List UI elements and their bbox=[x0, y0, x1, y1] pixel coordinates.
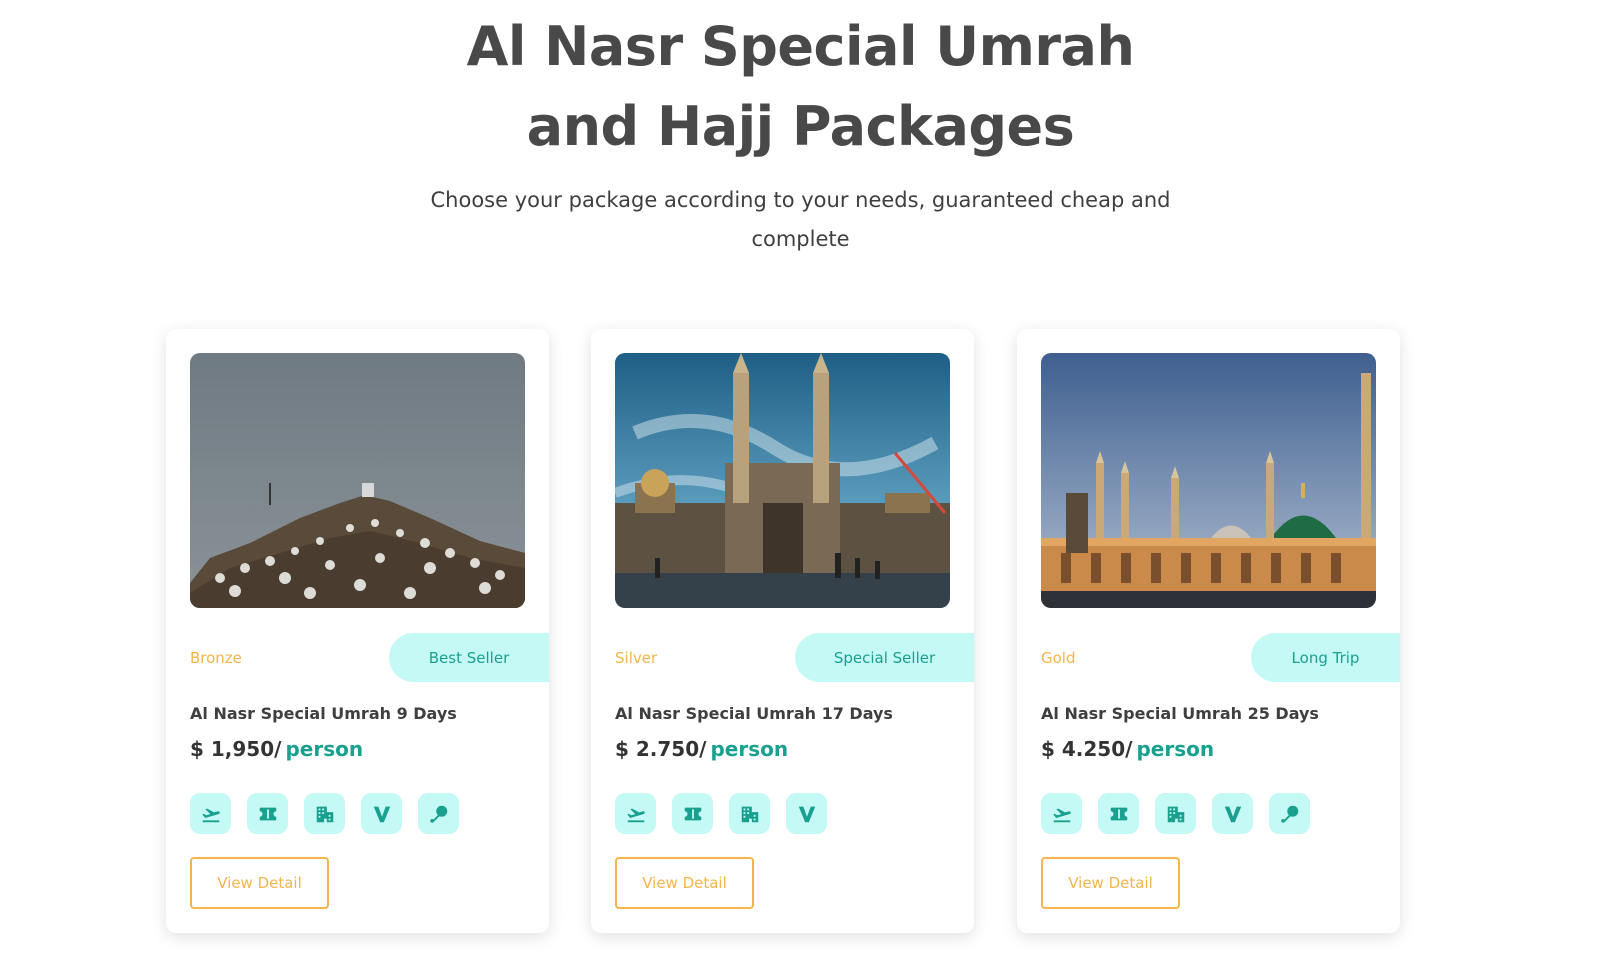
special-seller-badge: Special Seller bbox=[795, 633, 974, 682]
visa-icon bbox=[361, 793, 402, 834]
price-unit: person bbox=[1136, 737, 1215, 761]
masjid-al-haram-photo bbox=[615, 353, 950, 608]
package-title: Al Nasr Special Umrah 9 Days bbox=[190, 704, 457, 723]
price-amount: $ 4.250/ bbox=[1041, 737, 1133, 761]
ticket-icon bbox=[1098, 793, 1139, 834]
view-detail-button[interactable]: View Detail bbox=[1041, 857, 1180, 909]
hotel-icon bbox=[1155, 793, 1196, 834]
tier-label: Bronze bbox=[190, 649, 242, 667]
package-card-silver: Silver Special Seller Al Nasr Special Um… bbox=[591, 329, 974, 933]
arafat-mount-photo bbox=[190, 353, 525, 608]
price-amount: $ 1,950/ bbox=[190, 737, 282, 761]
ticket-icon bbox=[247, 793, 288, 834]
tier-label: Silver bbox=[615, 649, 658, 667]
food-icon bbox=[1269, 793, 1310, 834]
feature-list bbox=[1041, 793, 1310, 834]
feature-list bbox=[190, 793, 459, 834]
page-title: Al Nasr Special Umrah and Hajj Packages bbox=[466, 15, 1135, 158]
visa-icon bbox=[786, 793, 827, 834]
view-detail-button[interactable]: View Detail bbox=[615, 857, 754, 909]
view-detail-button[interactable]: View Detail bbox=[190, 857, 329, 909]
price-unit: person bbox=[710, 737, 789, 761]
flight-icon bbox=[190, 793, 231, 834]
long-trip-badge: Long Trip bbox=[1251, 633, 1400, 682]
best-seller-badge: Best Seller bbox=[389, 633, 549, 682]
package-card-gold: Gold Long Trip Al Nasr Special Umrah 25 … bbox=[1017, 329, 1400, 933]
price-amount: $ 2.750/ bbox=[615, 737, 707, 761]
hero-section: Al Nasr Special Umrah and Hajj Packages … bbox=[0, 0, 1601, 259]
food-icon bbox=[418, 793, 459, 834]
hotel-icon bbox=[729, 793, 770, 834]
page-subtitle: Choose your package according to your ne… bbox=[430, 188, 1171, 251]
package-title: Al Nasr Special Umrah 25 Days bbox=[1041, 704, 1319, 723]
flight-icon bbox=[615, 793, 656, 834]
hotel-icon bbox=[304, 793, 345, 834]
visa-icon bbox=[1212, 793, 1253, 834]
package-price: $ 2.750/person bbox=[615, 737, 788, 761]
flight-icon bbox=[1041, 793, 1082, 834]
package-price: $ 1,950/person bbox=[190, 737, 363, 761]
package-price: $ 4.250/person bbox=[1041, 737, 1214, 761]
package-title: Al Nasr Special Umrah 17 Days bbox=[615, 704, 893, 723]
tier-label: Gold bbox=[1041, 649, 1076, 667]
price-unit: person bbox=[285, 737, 364, 761]
masjid-nabawi-photo bbox=[1041, 353, 1376, 608]
feature-list bbox=[615, 793, 827, 834]
ticket-icon bbox=[672, 793, 713, 834]
package-card-bronze: Bronze Best Seller Al Nasr Special Umrah… bbox=[166, 329, 549, 933]
